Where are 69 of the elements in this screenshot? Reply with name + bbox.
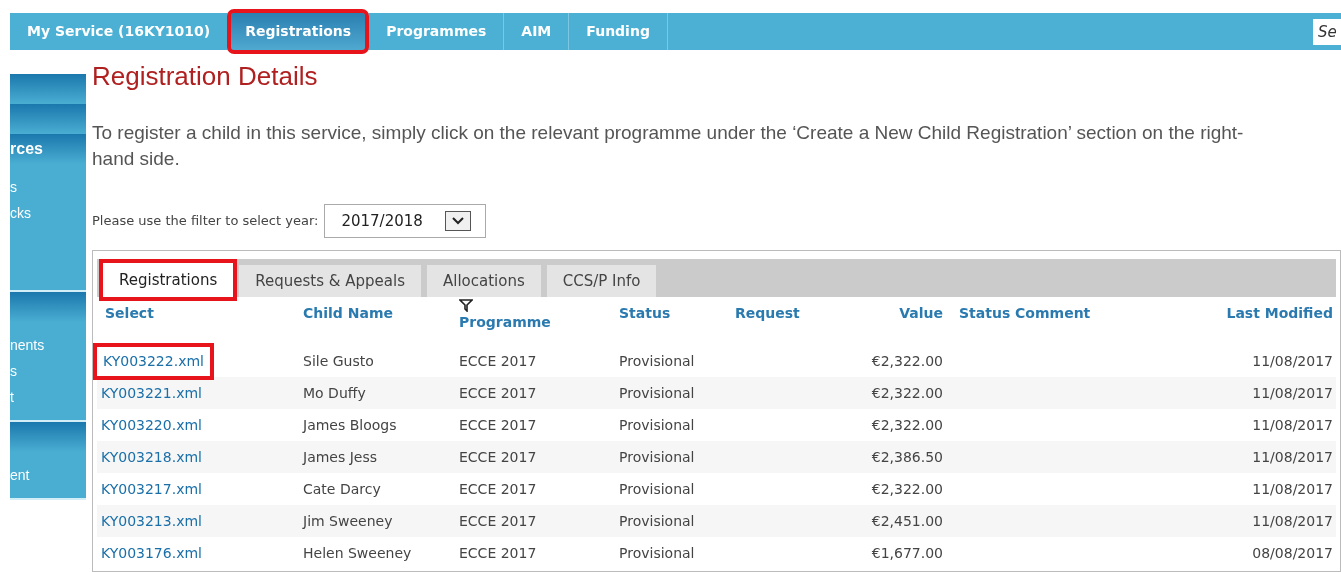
nav-tab[interactable]: Funding	[572, 13, 664, 50]
tab[interactable]: Requests & Appeals	[239, 265, 421, 297]
status-cell: Provisional	[619, 448, 695, 465]
value-cell: €2,451.00	[871, 512, 943, 529]
sidebar-item[interactable]: t	[10, 384, 86, 410]
value-cell: €2,386.50	[871, 448, 943, 465]
programme-cell: ECCE 2017	[459, 384, 537, 401]
name-cell: James Bloogs	[303, 416, 397, 433]
filter-icon[interactable]	[459, 299, 473, 312]
value-cell: €2,322.00	[871, 352, 943, 369]
status-cell: Provisional	[619, 480, 695, 497]
page-title: Registration Details	[92, 60, 319, 92]
name-cell: Cate Darcy	[303, 480, 381, 497]
column-header[interactable]: Request	[735, 303, 800, 324]
date-cell: 11/08/2017	[1252, 352, 1333, 369]
programme-cell: ECCE 2017	[459, 512, 537, 529]
column-header[interactable]: Last Modified	[1226, 303, 1333, 324]
name-cell: Sile Gusto	[303, 352, 374, 369]
status-cell: Provisional	[619, 384, 695, 401]
year-select[interactable]: 2017/2018	[324, 204, 487, 238]
tab[interactable]: Allocations	[426, 265, 541, 297]
sidebar-item[interactable]: nents	[10, 332, 86, 358]
file-link[interactable]: KY003220.xml	[99, 414, 202, 436]
programme-cell: ECCE 2017	[459, 416, 537, 433]
sidebar-header: rces	[10, 134, 86, 164]
column-header[interactable]: Status Comment	[959, 303, 1091, 324]
programme-cell: ECCE 2017	[459, 448, 537, 465]
programme-cell: ECCE 2017	[459, 544, 537, 561]
dropdown-icon	[445, 211, 472, 231]
value-cell: €1,677.00	[871, 544, 943, 561]
nav-tab[interactable]: Programmes	[372, 13, 501, 50]
file-link[interactable]: KY003176.xml	[99, 542, 202, 564]
name-cell: Helen Sweeney	[303, 544, 412, 561]
column-header[interactable]: Value	[899, 303, 943, 324]
file-link[interactable]: KY003218.xml	[99, 446, 202, 468]
search-field[interactable]: Se	[1313, 18, 1341, 45]
date-cell: 08/08/2017	[1252, 544, 1333, 561]
nav-tab[interactable]: AIM	[507, 13, 566, 50]
status-cell: Provisional	[619, 416, 695, 433]
sidebar-item[interactable]: s	[10, 358, 86, 384]
name-cell: Mo Duffy	[303, 384, 366, 401]
date-cell: 11/08/2017	[1252, 384, 1333, 401]
value-cell: €2,322.00	[871, 384, 943, 401]
nav-tab[interactable]: My Service (16KY1010)	[13, 13, 225, 50]
status-cell: Provisional	[619, 544, 695, 561]
date-cell: 11/08/2017	[1252, 480, 1333, 497]
date-cell: 11/08/2017	[1252, 512, 1333, 529]
sidebar-item[interactable]: cks	[10, 200, 86, 226]
file-link[interactable]: KY003221.xml	[99, 382, 202, 404]
programme-cell: ECCE 2017	[459, 352, 537, 369]
column-header[interactable]: Select	[105, 303, 154, 324]
file-link[interactable]: KY003213.xml	[99, 510, 202, 532]
name-cell: Jim Sweeney	[303, 512, 393, 529]
file-link[interactable]: KY003217.xml	[99, 478, 202, 500]
programme-cell: ECCE 2017	[459, 480, 537, 497]
name-cell: James Jess	[303, 448, 378, 465]
column-header[interactable]: Child Name	[303, 303, 393, 324]
intro-text: To register a child in this service, simply click on the relevant programme under the ‘Create a New Child Registration’ section on the right-hand side.	[92, 121, 1245, 171]
value-cell: €2,322.00	[871, 480, 943, 497]
value-cell: €2,322.00	[871, 416, 943, 433]
column-header[interactable]: Programme	[459, 312, 551, 333]
date-cell: 11/08/2017	[1252, 448, 1333, 465]
status-cell: Provisional	[619, 352, 695, 369]
filter-label: Please use the filter to select year:	[92, 212, 319, 231]
sidebar-item[interactable]: s	[10, 174, 86, 200]
tab[interactable]: CCS/P Info	[546, 265, 657, 297]
status-cell: Provisional	[619, 512, 695, 529]
date-cell: 11/08/2017	[1252, 416, 1333, 433]
column-header[interactable]: Status	[619, 303, 671, 324]
